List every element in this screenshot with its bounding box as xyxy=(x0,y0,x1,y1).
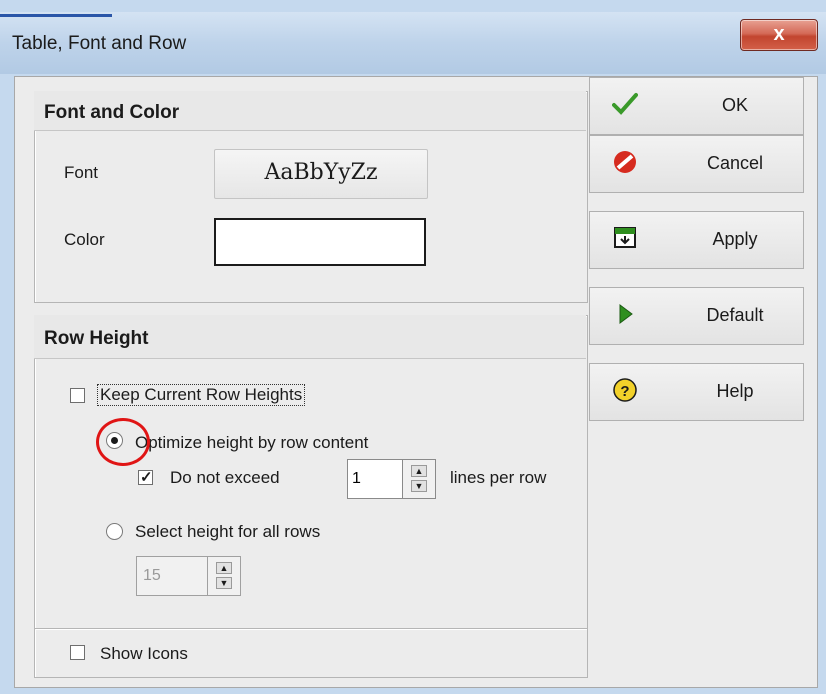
font-picker-button[interactable]: AaBbYyZz xyxy=(214,149,428,199)
optimize-height-label[interactable]: Optimize height by row content xyxy=(135,433,368,453)
no-entry-icon xyxy=(614,151,636,173)
do-not-exceed-label[interactable]: Do not exceed xyxy=(170,468,280,488)
color-picker-swatch[interactable] xyxy=(214,218,426,266)
default-label: Default xyxy=(706,305,764,325)
default-button[interactable]: Default xyxy=(589,287,804,345)
row-height-header: Row Height xyxy=(34,315,586,359)
font-label: Font xyxy=(64,163,99,182)
close-button[interactable]: x xyxy=(740,19,818,51)
ok-button[interactable]: OK xyxy=(589,77,804,135)
svg-text:?: ? xyxy=(620,383,629,400)
apply-button[interactable]: Apply xyxy=(589,211,804,269)
cancel-button[interactable]: Cancel xyxy=(589,135,804,193)
checkmark-icon xyxy=(612,93,638,115)
play-triangle-icon xyxy=(619,304,633,324)
cancel-label: Cancel xyxy=(706,153,764,173)
help-question-icon: ? xyxy=(613,378,637,402)
annotation-circle xyxy=(96,418,150,466)
lines-per-row-label: lines per row xyxy=(450,468,547,487)
help-label: Help xyxy=(716,381,754,401)
font-and-color-header: Font and Color xyxy=(34,91,586,131)
keep-row-heights-label[interactable]: Keep Current Row Heights xyxy=(97,384,306,406)
window-title: Table, Font and Row xyxy=(12,33,187,54)
row-height-input[interactable]: 15 xyxy=(136,556,208,596)
select-height-radio[interactable] xyxy=(106,523,123,540)
show-icons-checkbox[interactable] xyxy=(70,645,85,660)
apply-label: Apply xyxy=(712,229,758,249)
spin-up-arrow-icon[interactable]: ▲ xyxy=(216,562,232,574)
color-label: Color xyxy=(64,230,105,249)
spin-up-arrow-icon[interactable]: ▲ xyxy=(411,465,427,477)
window-edge-accent xyxy=(0,14,112,17)
lines-per-row-input[interactable]: 1 xyxy=(347,459,403,499)
ok-label: OK xyxy=(721,95,748,115)
apply-window-icon xyxy=(614,227,636,248)
spin-down-arrow-icon[interactable]: ▼ xyxy=(411,480,427,492)
spin-down-arrow-icon[interactable]: ▼ xyxy=(216,577,232,589)
row-height-spinner[interactable]: ▲ ▼ xyxy=(208,556,241,596)
help-button[interactable]: ? Help xyxy=(589,363,804,421)
lines-per-row-spinner[interactable]: ▲ ▼ xyxy=(403,459,436,499)
do-not-exceed-checkbox[interactable] xyxy=(138,468,153,486)
show-icons-label[interactable]: Show Icons xyxy=(100,644,188,664)
keep-row-heights-checkbox[interactable] xyxy=(70,388,85,403)
select-height-label[interactable]: Select height for all rows xyxy=(135,522,320,542)
